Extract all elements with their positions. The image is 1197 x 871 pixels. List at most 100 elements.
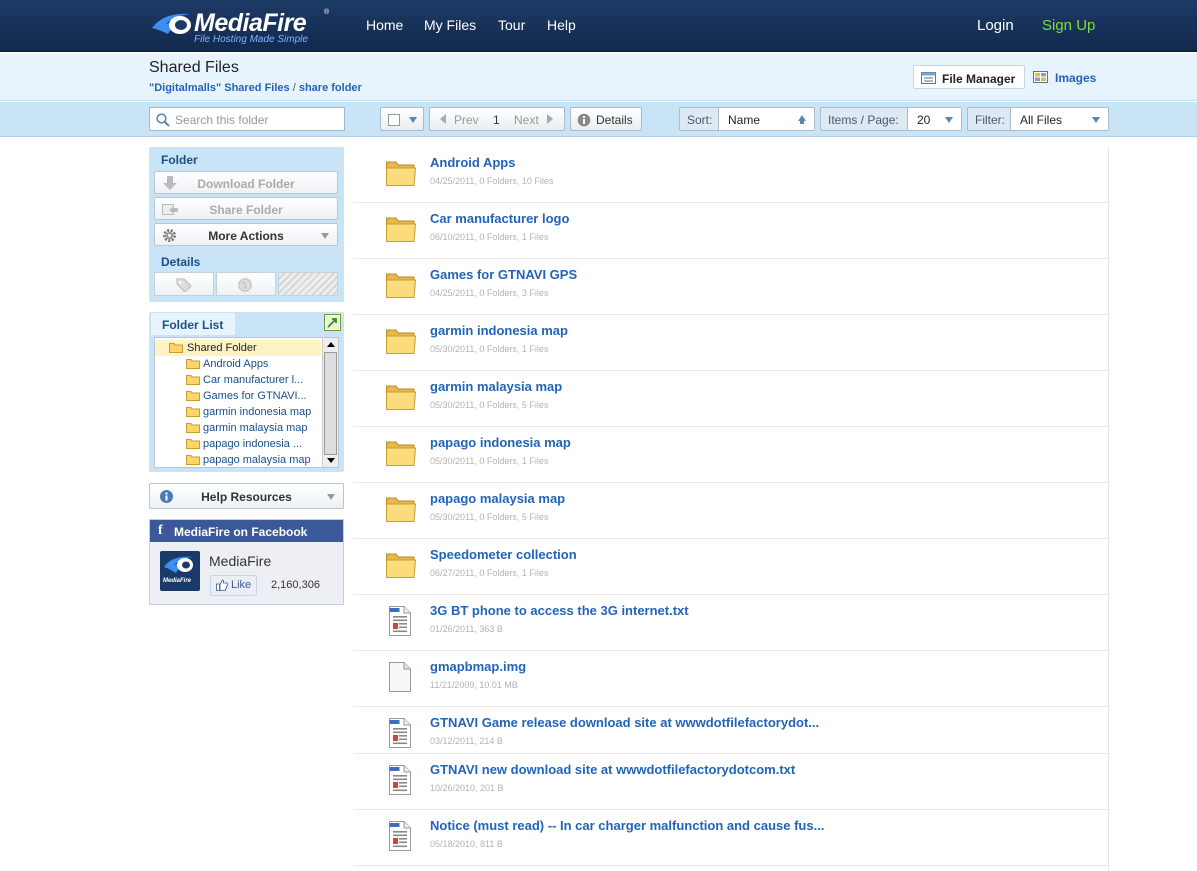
file-name-link[interactable]: Games for GTNAVI GPS — [430, 267, 577, 282]
folder-row[interactable]: Games for GTNAVI GPS 04/25/2011, 0 Folder… — [354, 259, 1108, 315]
share-folder-button[interactable]: Share Folder — [154, 197, 338, 220]
file-name-link[interactable]: Speedometer collection — [430, 547, 577, 562]
nav-tour[interactable]: Tour — [498, 17, 525, 33]
nav-home[interactable]: Home — [366, 17, 403, 33]
blank-file-icon[interactable] — [387, 661, 413, 696]
items-per-page-value-box[interactable]: 20 — [907, 108, 961, 130]
file-row[interactable]: 3G BT phone to access the 3G internet.tx… — [354, 595, 1108, 651]
file-name-link[interactable]: GTNAVI new download site at wwwdotfilefa… — [430, 762, 795, 777]
scroll-up-icon[interactable] — [327, 342, 335, 347]
file-row[interactable]: GTNAVI Game release download site at www… — [354, 707, 1108, 754]
prev-page-button[interactable]: Prev — [454, 113, 479, 127]
details-label: Details — [596, 113, 633, 127]
folder-list-tab[interactable]: Folder List — [151, 313, 235, 335]
filter-select[interactable]: Filter: All Files — [967, 107, 1109, 131]
folder-icon — [169, 343, 183, 353]
expand-icon — [326, 316, 339, 329]
text-file-icon[interactable] — [387, 820, 413, 855]
globe-button[interactable] — [216, 272, 276, 296]
details-button[interactable]: Details — [570, 107, 642, 131]
select-all-checkbox[interactable] — [388, 114, 400, 126]
tree-item-label: Car manufacturer l... — [203, 374, 304, 386]
folder-icon — [186, 455, 200, 465]
file-name-link[interactable]: garmin malaysia map — [430, 379, 562, 394]
help-resources-button[interactable]: Help Resources — [149, 483, 344, 509]
more-actions-label: More Actions — [208, 229, 284, 243]
sort-value: Name — [728, 113, 761, 127]
folder-row[interactable]: Android Apps 04/25/2011, 0 Folders, 10 Fi… — [354, 147, 1108, 203]
text-file-icon[interactable] — [387, 764, 413, 799]
folder-icon[interactable] — [385, 325, 417, 358]
select-all-dropdown[interactable] — [380, 107, 424, 131]
facebook-avatar-text: MediaFire — [163, 578, 192, 584]
file-meta: 01/26/2011, 363 B — [430, 624, 503, 634]
folder-icon[interactable] — [385, 269, 417, 302]
next-page-button[interactable]: Next — [514, 113, 539, 127]
logo-swoosh-icon — [164, 556, 193, 573]
more-actions-button[interactable]: More Actions — [154, 223, 338, 246]
folder-row[interactable]: Car manufacturer logo 06/10/2011, 0 Folde… — [354, 203, 1108, 259]
facebook-like-button[interactable]: Like — [210, 575, 257, 596]
search-input[interactable]: Search this folder — [149, 107, 345, 131]
items-per-page-select[interactable]: Items / Page: 20 — [820, 107, 962, 131]
file-name-link[interactable]: papago indonesia map — [430, 435, 571, 450]
file-name-link[interactable]: gmapbmap.img — [430, 659, 526, 674]
file-name-link[interactable]: Car manufacturer logo — [430, 211, 569, 226]
facebook-page-avatar[interactable]: MediaFire — [160, 551, 200, 591]
folder-row[interactable]: Speedometer collection 06/27/2011, 0 Fold… — [354, 539, 1108, 595]
file-name-link[interactable]: Notice (must read) -- In car charger mal… — [430, 818, 824, 833]
file-meta: 06/10/2011, 0 Folders, 1 Files — [430, 232, 549, 242]
file-meta: 11/21/2009, 10.01 MB — [430, 680, 518, 690]
filter-value-box[interactable]: All Files — [1010, 108, 1108, 130]
folder-icon[interactable] — [385, 437, 417, 470]
folder-row[interactable]: papago indonesia map 05/30/2011, 0 Folder… — [354, 427, 1108, 483]
file-row[interactable]: Notice (must read) -- In car charger mal… — [354, 810, 1108, 866]
file-name-link[interactable]: Android Apps — [430, 155, 515, 170]
tag-button[interactable] — [154, 272, 214, 296]
file-meta: 05/30/2011, 0 Folders, 1 Files — [430, 344, 549, 354]
details-disabled-slot — [278, 272, 338, 296]
folder-icon[interactable] — [385, 157, 417, 190]
login-link[interactable]: Login — [977, 17, 1014, 34]
folder-row[interactable]: garmin indonesia map 05/30/2011, 0 Folder… — [354, 315, 1108, 371]
file-name-link[interactable]: 3G BT phone to access the 3G internet.tx… — [430, 603, 689, 618]
images-view-button[interactable]: Images — [1032, 65, 1096, 89]
file-meta: 04/25/2011, 0 Folders, 3 Files — [430, 288, 549, 298]
folder-row[interactable]: garmin malaysia map 05/30/2011, 0 Folders… — [354, 371, 1108, 427]
facebook-page-name[interactable]: MediaFire — [209, 553, 271, 569]
pagination: Prev 1 Next — [429, 107, 565, 131]
scrollbar-thumb[interactable] — [324, 352, 337, 455]
file-row[interactable]: GTNAVI new download site at wwwdotfilefa… — [354, 754, 1108, 810]
folder-icon[interactable] — [385, 493, 417, 526]
info-icon — [160, 490, 173, 503]
expand-button[interactable] — [324, 314, 341, 331]
file-row[interactable]: gmapbmap.img 11/21/2009, 10.01 MB — [354, 651, 1108, 707]
file-name-link[interactable]: GTNAVI Game release download site at www… — [430, 715, 819, 730]
nav-my-files[interactable]: My Files — [424, 17, 476, 33]
tree-item-label: papago indonesia ... — [203, 438, 303, 450]
mediafire-logo[interactable]: MediaFire ® File Hosting Made Simple — [150, 6, 335, 46]
folder-row[interactable]: papago malaysia map 05/30/2011, 0 Folders… — [354, 483, 1108, 539]
folder-icon[interactable] — [385, 549, 417, 582]
nav-help[interactable]: Help — [547, 17, 576, 33]
text-file-icon[interactable] — [387, 605, 413, 640]
folder-icon[interactable] — [385, 381, 417, 414]
tree-root-shared-folder[interactable]: Shared Folder — [155, 340, 321, 356]
folder-icon — [186, 391, 200, 401]
file-manager-button[interactable]: File Manager — [913, 65, 1025, 89]
folder-icon[interactable] — [385, 213, 417, 246]
images-label: Images — [1055, 71, 1097, 85]
text-file-icon[interactable] — [387, 717, 413, 752]
tree-scrollbar[interactable] — [322, 338, 338, 467]
scroll-down-icon[interactable] — [327, 458, 335, 463]
sort-select[interactable]: Sort: Name — [679, 107, 815, 131]
thumbs-up-icon — [216, 579, 228, 591]
file-name-link[interactable]: garmin indonesia map — [430, 323, 568, 338]
breadcrumb-owner[interactable]: "Digitalmalls" Shared Files — [149, 82, 290, 94]
file-name-link[interactable]: papago malaysia map — [430, 491, 565, 506]
sort-value-box[interactable]: Name — [718, 108, 814, 130]
download-folder-button[interactable]: Download Folder — [154, 171, 338, 194]
signup-link[interactable]: Sign Up — [1042, 17, 1095, 34]
tree-root-label: Shared Folder — [187, 342, 257, 354]
breadcrumb-current-folder[interactable]: share folder — [299, 82, 362, 94]
